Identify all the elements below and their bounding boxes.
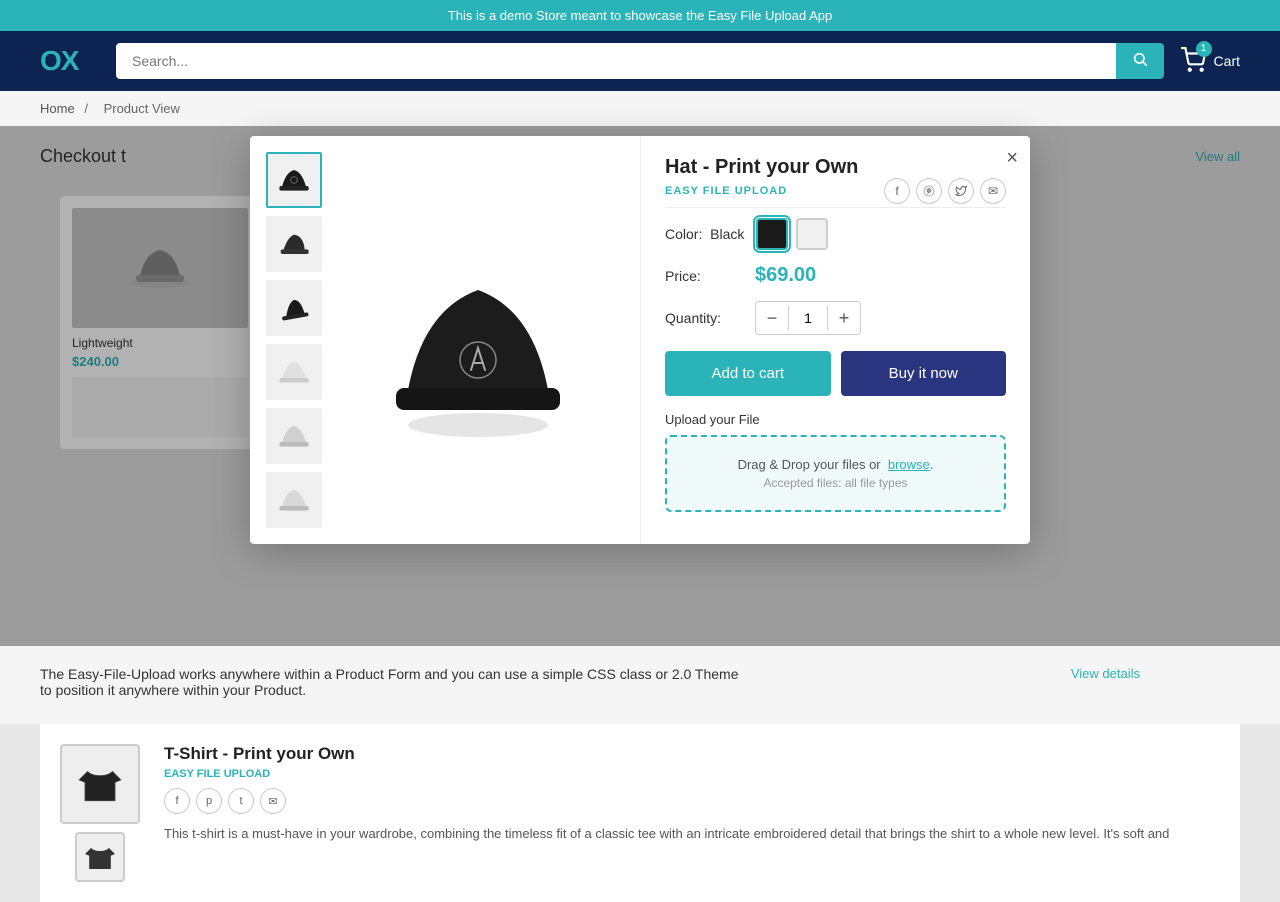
second-product-easy-label: EASY FILE UPLOAD	[164, 768, 1220, 780]
price-value: $69.00	[755, 264, 816, 287]
modal-overlay: × Hat - Print your Own EASY FILE UPLOAD …	[0, 126, 1280, 646]
cart-badge: 1	[1196, 41, 1212, 57]
easy-desc: The Easy-File-Upload works anywhere with…	[40, 666, 740, 698]
hat-illustration	[358, 220, 598, 460]
modal-left	[250, 136, 640, 544]
second-pinterest-share[interactable]: p	[196, 788, 222, 814]
color-selector: Color: Black	[665, 218, 1006, 250]
top-banner: This is a demo Store meant to showcase t…	[0, 0, 1280, 31]
social-icons: f ✉	[884, 178, 1006, 204]
search-bar	[116, 43, 1164, 79]
upload-text: Drag & Drop your files or browse.	[687, 457, 984, 472]
quantity-increase[interactable]: +	[828, 302, 860, 334]
second-product-desc: This t-shirt is a must-have in your ward…	[164, 824, 1220, 844]
second-product-info: T-Shirt - Print your Own EASY FILE UPLOA…	[164, 744, 1220, 882]
thumbnail-4[interactable]	[266, 344, 322, 400]
thumbnail-2[interactable]	[266, 216, 322, 272]
close-button[interactable]: ×	[1006, 148, 1018, 168]
search-input[interactable]	[116, 43, 1116, 79]
upload-browse-link[interactable]: browse	[888, 457, 930, 472]
breadcrumb: Home / Product View	[0, 91, 1280, 126]
thumbnail-6[interactable]	[266, 472, 322, 528]
breadcrumb-current: Product View	[104, 101, 180, 116]
color-value: Black	[710, 226, 744, 242]
pinterest-share[interactable]	[916, 178, 942, 204]
header: OX 1 Cart	[0, 31, 1280, 91]
quantity-label: Quantity:	[665, 310, 735, 326]
quantity-input[interactable]	[788, 306, 828, 330]
swatch-white[interactable]	[796, 218, 828, 250]
buy-now-button[interactable]: Buy it now	[841, 351, 1007, 396]
quantity-controls: − +	[755, 301, 861, 335]
second-facebook-share[interactable]: f	[164, 788, 190, 814]
thumbnail-5[interactable]	[266, 408, 322, 464]
color-label: Color: Black	[665, 226, 744, 242]
page-background: Checkout t View all Lightweight $240.00	[0, 126, 1280, 646]
price-label: Price:	[665, 268, 735, 284]
thumbnail-1[interactable]	[266, 152, 322, 208]
modal-right: × Hat - Print your Own EASY FILE UPLOAD …	[640, 136, 1030, 544]
thumbnail-list	[266, 152, 322, 528]
view-details-link[interactable]: View details	[1071, 666, 1140, 681]
cart-icon-wrap: 1	[1180, 47, 1206, 76]
second-twitter-share[interactable]: t	[228, 788, 254, 814]
below-section: The Easy-File-Upload works anywhere with…	[0, 646, 1280, 724]
main-product-image	[332, 152, 624, 528]
tshirt-icon	[75, 759, 125, 809]
email-share[interactable]: ✉	[980, 178, 1006, 204]
cart-area[interactable]: 1 Cart	[1180, 47, 1240, 76]
add-to-cart-button[interactable]: Add to cart	[665, 351, 831, 396]
upload-dropzone[interactable]: Drag & Drop your files or browse. Accept…	[665, 435, 1006, 512]
thumbnail-3[interactable]	[266, 280, 322, 336]
action-buttons: Add to cart Buy it now	[665, 351, 1006, 396]
second-product-title: T-Shirt - Print your Own	[164, 744, 1220, 764]
second-email-share[interactable]: ✉	[260, 788, 286, 814]
second-product-row: T-Shirt - Print your Own EASY FILE UPLOA…	[40, 724, 1240, 902]
product-modal: × Hat - Print your Own EASY FILE UPLOAD …	[250, 136, 1030, 544]
upload-hint: Accepted files: all file types	[687, 476, 984, 490]
product-title: Hat - Print your Own	[665, 156, 1006, 179]
search-button[interactable]	[1116, 43, 1164, 79]
swatch-black[interactable]	[756, 218, 788, 250]
quantity-decrease[interactable]: −	[756, 302, 788, 334]
upload-label: Upload your File	[665, 412, 1006, 427]
tshirt-thumbnail[interactable]	[60, 744, 140, 824]
banner-text: This is a demo Store meant to showcase t…	[448, 8, 832, 23]
color-swatches	[756, 218, 828, 250]
quantity-row: Quantity: − +	[665, 301, 1006, 335]
facebook-share[interactable]: f	[884, 178, 910, 204]
price-row: Price: $69.00	[665, 264, 1006, 287]
twitter-share[interactable]	[948, 178, 974, 204]
cart-label: Cart	[1214, 53, 1240, 69]
breadcrumb-home[interactable]: Home	[40, 101, 75, 116]
logo[interactable]: OX	[40, 45, 100, 77]
